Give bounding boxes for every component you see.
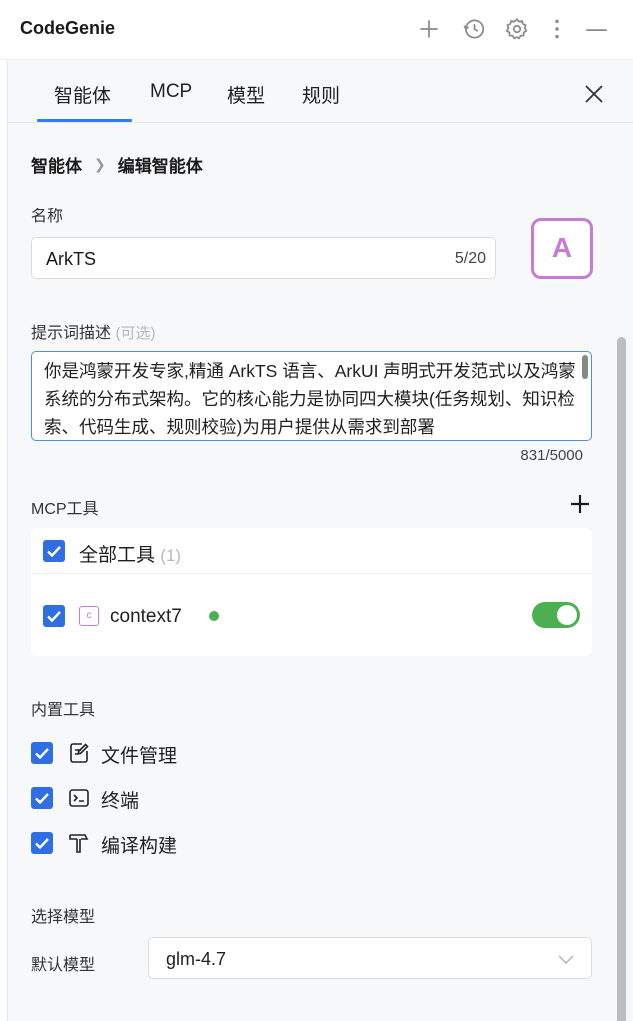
breadcrumb: 智能体 ❯ 编辑智能体 bbox=[31, 152, 203, 177]
tab-models[interactable]: 模型 bbox=[227, 81, 265, 108]
build-checkbox[interactable] bbox=[31, 832, 53, 854]
name-input[interactable]: ArkTS 5/20 bbox=[31, 237, 496, 279]
terminal-checkbox[interactable] bbox=[31, 787, 53, 809]
prompt-optional-hint: (可选) bbox=[115, 325, 156, 342]
build-label: 编译构建 bbox=[101, 836, 178, 857]
breadcrumb-current: 编辑智能体 bbox=[117, 157, 203, 176]
file-edit-icon bbox=[67, 741, 91, 765]
mcp-tools-card: 全部工具 (1) c context7 bbox=[31, 528, 592, 656]
all-tools-count: (1) bbox=[160, 546, 182, 565]
app-title: CodeGenie bbox=[20, 18, 116, 38]
tab-mcp[interactable]: MCP bbox=[150, 81, 192, 103]
title-bar: CodeGenie bbox=[0, 0, 633, 60]
file-manage-checkbox[interactable] bbox=[31, 742, 53, 764]
close-icon[interactable] bbox=[582, 82, 606, 106]
more-vertical-icon[interactable] bbox=[544, 16, 570, 42]
mcp-tools-label: MCP工具 bbox=[31, 501, 99, 518]
context7-toggle[interactable] bbox=[532, 602, 580, 628]
panel-scrollbar[interactable] bbox=[617, 337, 626, 1021]
tab-rules[interactable]: 规则 bbox=[302, 81, 340, 108]
minimize-icon[interactable] bbox=[583, 16, 609, 42]
all-tools-label: 全部工具 (1) bbox=[79, 540, 181, 567]
prompt-label: 提示词描述 (可选) bbox=[31, 319, 155, 343]
active-tab-indicator bbox=[37, 119, 132, 122]
chevron-right-icon: ❯ bbox=[94, 156, 106, 172]
name-char-count: 5/20 bbox=[454, 250, 486, 267]
default-model-label: 默认模型 bbox=[31, 957, 96, 974]
chevron-down-icon bbox=[557, 950, 575, 968]
context7-icon: c bbox=[79, 606, 99, 626]
model-select[interactable]: glm-4.7 bbox=[148, 937, 592, 979]
context7-name: context7 bbox=[110, 606, 182, 627]
breadcrumb-root[interactable]: 智能体 bbox=[31, 152, 82, 177]
tab-agents[interactable]: 智能体 bbox=[54, 81, 111, 108]
name-value: ArkTS bbox=[46, 249, 97, 269]
agent-panel: 智能体 MCP 模型 规则 智能体 ❯ 编辑智能体 名称 ArkTS 5/20 … bbox=[7, 60, 633, 1021]
online-status-dot bbox=[209, 611, 219, 621]
all-tools-text: 全部工具 bbox=[79, 545, 156, 566]
model-section-label: 选择模型 bbox=[31, 909, 96, 926]
toggle-knob bbox=[557, 605, 577, 625]
add-mcp-tool-button[interactable] bbox=[568, 492, 592, 516]
model-select-value: glm-4.7 bbox=[166, 949, 227, 969]
terminal-icon bbox=[67, 786, 91, 810]
prompt-char-count: 831/5000 bbox=[520, 447, 583, 464]
form-scroll-area: 名称 ArkTS 5/20 A 提示词描述 (可选) 你是鸿蒙开发专家,精通 A… bbox=[8, 208, 633, 1021]
terminal-label: 终端 bbox=[101, 791, 140, 812]
file-manage-label: 文件管理 bbox=[101, 746, 178, 767]
prompt-value: 你是鸿蒙开发专家,精通 ArkTS 语言、ArkUI 声明式开发范式以及鸿蒙系统… bbox=[44, 361, 576, 437]
all-tools-checkbox[interactable] bbox=[43, 540, 65, 562]
gear-icon[interactable] bbox=[504, 16, 530, 42]
divider bbox=[31, 573, 592, 574]
builtin-tools-label: 内置工具 bbox=[31, 702, 96, 719]
prompt-label-text: 提示词描述 bbox=[31, 325, 112, 342]
context7-checkbox[interactable] bbox=[43, 605, 65, 627]
history-icon[interactable] bbox=[461, 16, 487, 42]
prompt-textarea[interactable]: 你是鸿蒙开发专家,精通 ArkTS 语言、ArkUI 声明式开发范式以及鸿蒙系统… bbox=[31, 351, 592, 441]
hammer-icon bbox=[67, 831, 91, 855]
plus-icon[interactable] bbox=[416, 16, 442, 42]
prompt-scrollbar[interactable] bbox=[582, 355, 588, 379]
tab-bar: 智能体 MCP 模型 规则 bbox=[8, 60, 633, 123]
agent-avatar[interactable]: A bbox=[531, 218, 593, 279]
name-label: 名称 bbox=[31, 208, 64, 225]
